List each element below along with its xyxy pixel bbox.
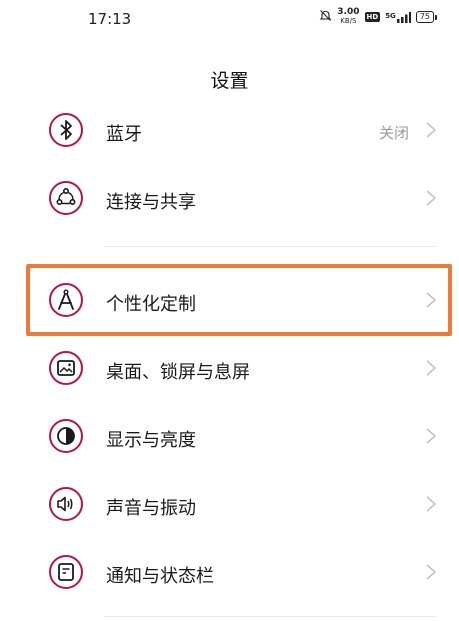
signal-label: 5G bbox=[385, 11, 396, 20]
settings-item-connection-sharing[interactable]: 连接与共享 bbox=[0, 164, 459, 232]
status-time: 17:13 bbox=[88, 10, 132, 28]
chevron-right-icon bbox=[425, 495, 437, 513]
signal-icon: 5G bbox=[385, 11, 411, 23]
chevron-right-icon bbox=[425, 427, 437, 445]
hd-badge: HD bbox=[364, 12, 381, 22]
highlight-box bbox=[26, 264, 452, 336]
notification-icon bbox=[48, 554, 84, 590]
section-divider bbox=[104, 616, 437, 617]
battery-level: 75 bbox=[415, 11, 434, 23]
net-speed: 3.00 KB/S bbox=[337, 8, 359, 26]
battery-icon: 75 bbox=[415, 11, 437, 23]
settings-item-label: 桌面、锁屏与息屏 bbox=[106, 362, 250, 383]
settings-item-bluetooth[interactable]: 蓝牙 关闭 bbox=[0, 96, 459, 164]
section-divider bbox=[104, 246, 437, 247]
status-icons: 3.00 KB/S HD 5G 75 bbox=[319, 8, 437, 26]
bluetooth-status-value: 关闭 bbox=[378, 124, 409, 142]
settings-item-label: 通知与状态栏 bbox=[106, 566, 214, 587]
settings-item-label: 显示与亮度 bbox=[106, 430, 196, 451]
settings-item-label: 蓝牙 bbox=[106, 124, 142, 145]
page-title: 设置 bbox=[210, 70, 249, 92]
chevron-right-icon bbox=[425, 563, 437, 581]
net-speed-unit: KB/S bbox=[340, 17, 357, 25]
settings-item-sound-vibration[interactable]: 声音与振动 bbox=[0, 470, 459, 538]
share-icon bbox=[48, 180, 84, 216]
sound-icon bbox=[48, 486, 84, 522]
settings-item-desktop-lockscreen[interactable]: 桌面、锁屏与息屏 bbox=[0, 334, 459, 402]
bluetooth-icon bbox=[48, 112, 84, 148]
settings-item-label: 声音与振动 bbox=[106, 498, 196, 519]
settings-item-label: 连接与共享 bbox=[106, 192, 196, 213]
settings-item-display-brightness[interactable]: 显示与亮度 bbox=[0, 402, 459, 470]
status-bar: 17:13 3.00 KB/S HD 5G 75 bbox=[0, 0, 459, 42]
chevron-right-icon bbox=[425, 121, 437, 139]
chevron-right-icon bbox=[425, 189, 437, 207]
settings-item-notification-statusbar[interactable]: 通知与状态栏 bbox=[0, 538, 459, 606]
mute-bell-icon bbox=[319, 9, 332, 25]
net-speed-value: 3.00 bbox=[337, 7, 360, 17]
chevron-right-icon bbox=[425, 359, 437, 377]
brightness-icon bbox=[48, 418, 84, 454]
wallpaper-icon bbox=[48, 350, 84, 386]
